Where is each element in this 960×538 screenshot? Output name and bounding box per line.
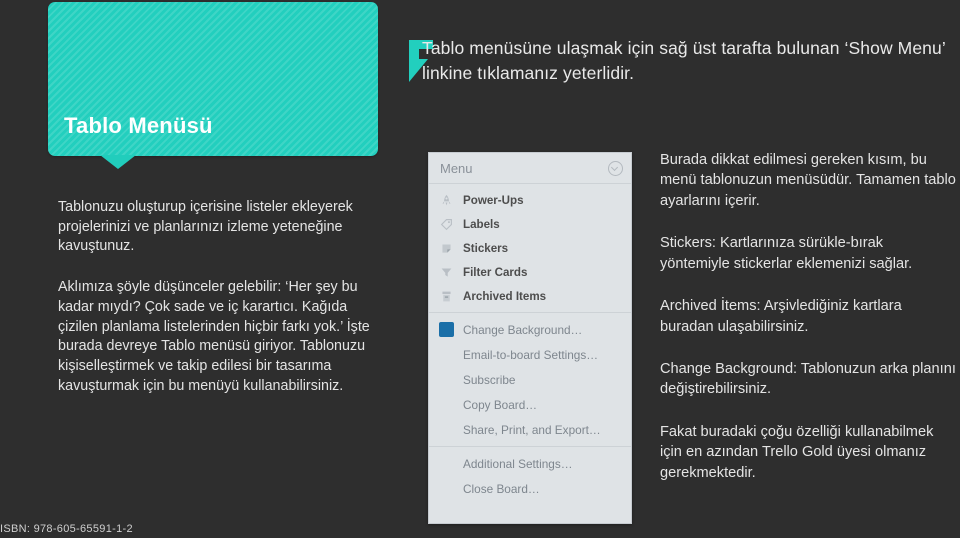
left-text-column: Tablonuzu oluşturup içerisine listeler e… xyxy=(58,198,378,396)
right-text-column: Burada dikkat edilmesi gereken kısım, bu… xyxy=(660,150,956,483)
menu-item-label: Power-Ups xyxy=(463,193,524,207)
menu-group-primary: Power-Ups Labels Stickers Filter Cards A… xyxy=(429,184,631,312)
right-paragraph-1: Burada dikkat edilmesi gereken kısım, bu… xyxy=(660,152,956,209)
menu-item-archived-items[interactable]: Archived Items xyxy=(429,284,631,308)
menu-item-share-print-export[interactable]: Share, Print, and Export… xyxy=(429,417,631,442)
left-paragraph-2: Aklımıza şöyle düşünceler gelebilir: ‘He… xyxy=(58,279,370,394)
menu-item-label: Filter Cards xyxy=(463,265,528,279)
menu-group-secondary: Change Background… Email-to-board Settin… xyxy=(429,312,631,446)
board-menu-header: Menu xyxy=(429,153,631,184)
menu-item-change-background[interactable]: Change Background… xyxy=(429,317,631,342)
menu-item-label: Email-to-board Settings… xyxy=(463,347,599,362)
spacer-icon xyxy=(439,397,454,412)
menu-item-label: Copy Board… xyxy=(463,397,538,412)
right-paragraph-3: Archived İtems: Arşivlediğiniz kartlara … xyxy=(660,298,902,335)
menu-item-label: Archived Items xyxy=(463,289,547,303)
title-callout-tail xyxy=(100,155,136,169)
menu-item-label: Close Board… xyxy=(463,481,540,496)
rocket-icon xyxy=(439,193,454,208)
page-title: Tablo Menüsü xyxy=(64,113,213,138)
spacer-icon xyxy=(439,422,454,437)
header-text: Tablo menüsüne ulaşmak için sağ üst tara… xyxy=(422,38,946,83)
menu-item-label: Labels xyxy=(463,217,500,231)
menu-item-label: Subscribe xyxy=(463,372,516,387)
menu-item-email-to-board-settings[interactable]: Email-to-board Settings… xyxy=(429,342,631,367)
isbn-footer: ISBN: 978-605-65591-1-2 xyxy=(0,523,133,535)
left-paragraph-1: Tablonuzu oluşturup içerisine listeler e… xyxy=(58,199,353,255)
board-menu-panel: Menu Power-Ups Labels Stickers Filter Ca… xyxy=(428,152,632,524)
menu-item-close-board[interactable]: Close Board… xyxy=(429,476,631,501)
funnel-icon xyxy=(439,265,454,280)
right-paragraph-2: Stickers: Kartlarınıza sürükle-bırak yön… xyxy=(660,235,913,272)
right-paragraph-4: Change Background: Tablonuzun arka planı… xyxy=(660,360,956,398)
archive-box-icon xyxy=(439,289,454,304)
tag-icon xyxy=(439,217,454,232)
sticker-icon xyxy=(439,241,454,256)
chevron-down-circle-icon[interactable] xyxy=(608,160,623,176)
menu-item-filter-cards[interactable]: Filter Cards xyxy=(429,260,631,284)
menu-item-copy-board[interactable]: Copy Board… xyxy=(429,392,631,417)
menu-item-label: Stickers xyxy=(463,241,509,255)
right-paragraph-5: Fakat buradaki çoğu özelliği kullanabilm… xyxy=(660,423,934,481)
spacer-icon xyxy=(439,372,454,387)
spacer-icon xyxy=(439,481,454,496)
menu-item-subscribe[interactable]: Subscribe xyxy=(429,367,631,392)
spacer-icon xyxy=(439,347,454,362)
menu-item-label: Share, Print, and Export… xyxy=(463,422,601,437)
board-menu-title: Menu xyxy=(440,160,473,176)
spacer-icon xyxy=(439,456,454,471)
menu-item-label: Additional Settings… xyxy=(463,456,573,471)
color-swatch-icon xyxy=(439,322,454,337)
menu-item-stickers[interactable]: Stickers xyxy=(429,236,631,260)
menu-item-label: Change Background… xyxy=(463,322,583,337)
menu-group-tertiary: Additional Settings… Close Board… xyxy=(429,446,631,505)
menu-item-power-ups[interactable]: Power-Ups xyxy=(429,188,631,212)
menu-item-labels[interactable]: Labels xyxy=(429,212,631,236)
menu-item-additional-settings[interactable]: Additional Settings… xyxy=(429,451,631,476)
slide-canvas: Tablo Menüsü Tablo menüsüne ulaşmak için… xyxy=(0,0,960,538)
